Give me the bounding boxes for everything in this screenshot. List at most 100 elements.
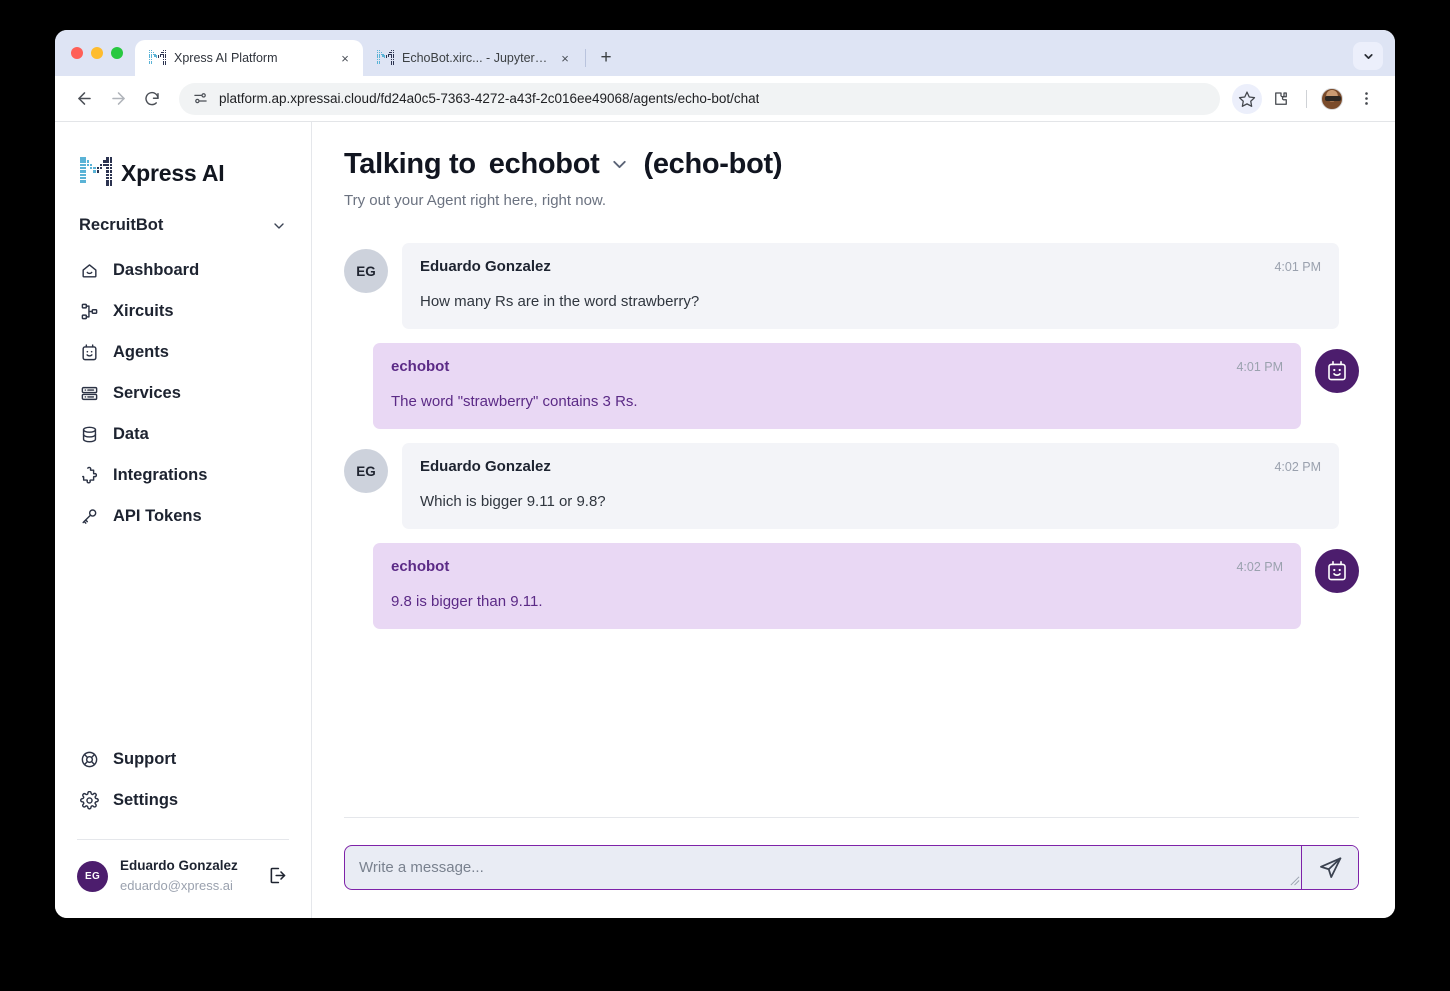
close-tab-button[interactable]: ×: [337, 50, 353, 66]
message-timestamp: 4:02 PM: [1274, 460, 1321, 474]
site-settings-icon[interactable]: [193, 91, 208, 106]
browser-menu-button[interactable]: [1351, 84, 1381, 114]
message-sender: echobot: [391, 558, 449, 575]
send-button[interactable]: [1302, 846, 1358, 889]
browser-tab-jupyterlab[interactable]: EchoBot.xirc... - JupyterLab ×: [363, 40, 583, 76]
project-selector[interactable]: RecruitBot: [77, 212, 289, 239]
lifebuoy-icon: [79, 749, 99, 769]
tab-divider: [585, 49, 586, 67]
application-body: Xpress AI RecruitBot Dashboard: [55, 122, 1395, 918]
avatar: EG: [77, 861, 108, 892]
sidebar-nav: Dashboard Xircuits: [55, 251, 311, 535]
message-text: How many Rs are in the word strawberry?: [420, 293, 1321, 310]
resize-grip-icon: [1289, 875, 1300, 886]
sidebar-item-label: Services: [113, 384, 181, 403]
sidebar-item-data[interactable]: Data: [69, 415, 297, 453]
key-icon: [79, 506, 99, 526]
message-timestamp: 4:01 PM: [1236, 360, 1283, 374]
logout-button[interactable]: [267, 865, 289, 887]
message-header: Eduardo Gonzalez 4:01 PM: [420, 258, 1321, 275]
browser-window: Xpress AI Platform × EchoBot.xirc... - J…: [55, 30, 1395, 918]
extensions-button[interactable]: [1266, 84, 1296, 114]
sidebar-item-agents[interactable]: Agents: [69, 333, 297, 371]
message-text: The word "strawberry" contains 3 Rs.: [391, 393, 1283, 410]
back-button[interactable]: [69, 84, 99, 114]
toolbar-divider: [1306, 90, 1307, 108]
sidebar-item-integrations[interactable]: Integrations: [69, 456, 297, 494]
send-paper-plane-icon: [1318, 855, 1343, 880]
profile-avatar-icon: [1321, 88, 1343, 110]
tab-list-button[interactable]: [1353, 42, 1383, 70]
home-icon: [79, 260, 99, 280]
close-tab-button[interactable]: ×: [557, 50, 573, 66]
agent-selector[interactable]: echobot: [489, 148, 631, 181]
message-timestamp: 4:01 PM: [1274, 260, 1321, 274]
message-bubble: echobot 4:01 PM The word "strawberry" co…: [373, 343, 1301, 429]
bot-avatar: [1315, 549, 1359, 593]
profile-button[interactable]: [1317, 84, 1347, 114]
main-content: Talking to echobot (echo-bot) Try out yo…: [312, 122, 1395, 918]
star-icon: [1238, 90, 1256, 108]
window-traffic-lights: [67, 30, 135, 76]
message-bubble: echobot 4:02 PM 9.8 is bigger than 9.11.: [373, 543, 1301, 629]
message-header: Eduardo Gonzalez 4:02 PM: [420, 458, 1321, 475]
user-info: Eduardo Gonzalez eduardo@xpress.ai: [120, 856, 255, 896]
sidebar-bottom-nav: Support Settings: [55, 740, 311, 825]
page-title-prefix: Talking to: [344, 148, 476, 181]
message-sender: echobot: [391, 358, 449, 375]
message-sender: Eduardo Gonzalez: [420, 258, 551, 275]
bot-avatar: [1315, 349, 1359, 393]
logout-icon: [267, 865, 288, 886]
bot-icon: [1325, 559, 1349, 583]
sidebar-item-api-tokens[interactable]: API Tokens: [69, 497, 297, 535]
address-bar[interactable]: platform.ap.xpressai.cloud/fd24a0c5-7363…: [179, 83, 1220, 115]
gear-icon: [79, 790, 99, 810]
tab-title: EchoBot.xirc... - JupyterLab: [402, 51, 548, 65]
sidebar-item-services[interactable]: Services: [69, 374, 297, 412]
reload-icon: [143, 90, 161, 108]
message-text: 9.8 is bigger than 9.11.: [391, 593, 1283, 610]
agent-id: (echo-bot): [643, 148, 782, 181]
brand-header[interactable]: Xpress AI: [55, 122, 311, 198]
extensions-puzzle-icon: [1272, 90, 1290, 108]
chevron-down-icon: [1362, 50, 1375, 63]
message-timestamp: 4:02 PM: [1236, 560, 1283, 574]
minimize-window-button[interactable]: [91, 47, 103, 59]
chevron-down-icon: [609, 154, 630, 175]
chevron-down-icon: [271, 218, 287, 234]
sidebar-user-profile[interactable]: EG Eduardo Gonzalez eduardo@xpress.ai: [55, 840, 311, 918]
message-sender: Eduardo Gonzalez: [420, 458, 551, 475]
resize-handle[interactable]: [1289, 875, 1301, 886]
chat-message-user: EG Eduardo Gonzalez 4:01 PM How many Rs …: [344, 243, 1359, 329]
sidebar-item-support[interactable]: Support: [69, 740, 297, 778]
bookmark-button[interactable]: [1232, 84, 1262, 114]
url-text: platform.ap.xpressai.cloud/fd24a0c5-7363…: [219, 91, 759, 106]
browser-tab-xpress-ai-platform[interactable]: Xpress AI Platform ×: [135, 40, 363, 76]
message-bubble: Eduardo Gonzalez 4:02 PM Which is bigger…: [402, 443, 1339, 529]
close-window-button[interactable]: [71, 47, 83, 59]
message-text: Which is bigger 9.11 or 9.8?: [420, 493, 1321, 510]
database-icon: [79, 424, 99, 444]
new-tab-button[interactable]: +: [592, 44, 620, 72]
message-input[interactable]: [345, 846, 1289, 889]
sidebar-item-label: Agents: [113, 343, 169, 362]
composer-area: [344, 817, 1359, 890]
xpress-ai-favicon-icon: [149, 50, 165, 66]
avatar: EG: [344, 449, 388, 493]
bot-icon: [79, 342, 99, 362]
server-icon: [79, 383, 99, 403]
chat-message-user: EG Eduardo Gonzalez 4:02 PM Which is big…: [344, 443, 1359, 529]
agent-name: echobot: [489, 148, 600, 181]
sidebar-item-label: Xircuits: [113, 302, 174, 321]
chat-message-bot: echobot 4:01 PM The word "strawberry" co…: [344, 343, 1359, 429]
page-title: Talking to echobot (echo-bot): [344, 148, 1359, 181]
three-dot-menu-icon: [1358, 90, 1375, 107]
sidebar-item-dashboard[interactable]: Dashboard: [69, 251, 297, 289]
avatar: EG: [344, 249, 388, 293]
reload-button[interactable]: [137, 84, 167, 114]
forward-button[interactable]: [103, 84, 133, 114]
maximize-window-button[interactable]: [111, 47, 123, 59]
sidebar-item-settings[interactable]: Settings: [69, 781, 297, 819]
browser-tab-strip: Xpress AI Platform × EchoBot.xirc... - J…: [55, 30, 1395, 76]
sidebar-item-xircuits[interactable]: Xircuits: [69, 292, 297, 330]
